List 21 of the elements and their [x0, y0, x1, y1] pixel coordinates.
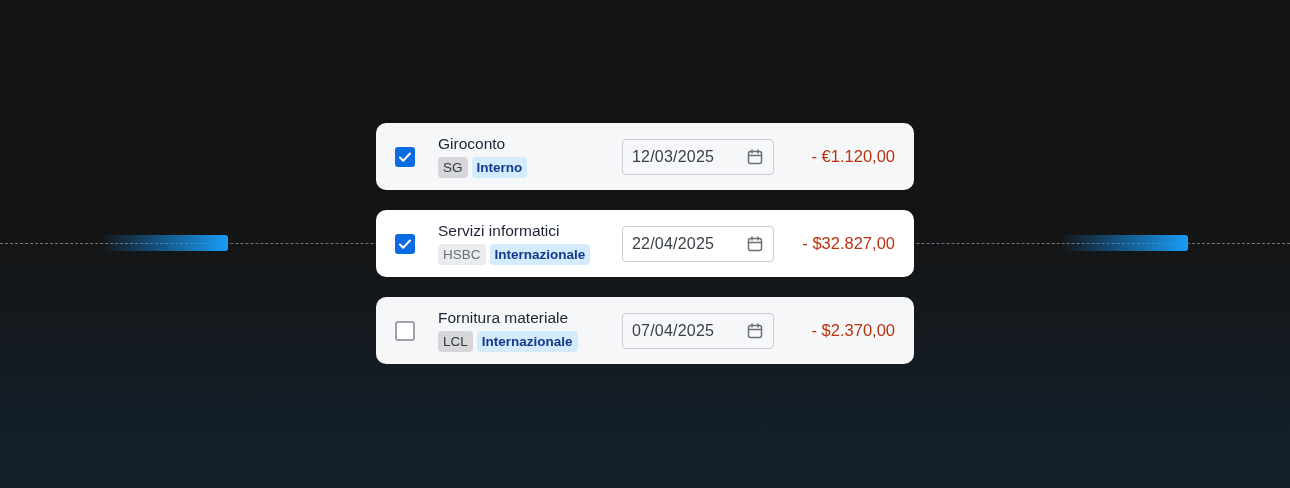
transaction-title: Servizi informatici	[438, 222, 561, 240]
bank-tag: SG	[438, 157, 468, 178]
checkbox[interactable]	[395, 146, 415, 167]
checkbox[interactable]	[395, 233, 415, 254]
amount: - $2.370,00	[810, 321, 895, 340]
bank-tag: LCL	[438, 331, 473, 352]
amount: - $32.827,00	[801, 234, 895, 253]
type-tag: Internazionale	[476, 331, 578, 352]
transaction-title: Giroconto	[438, 135, 507, 153]
calendar-icon	[746, 234, 764, 253]
date-field[interactable]: 07/04/2025	[622, 312, 774, 349]
bank-tag: HSBC	[438, 244, 486, 265]
amount: - €1.120,00	[810, 147, 895, 166]
date-field[interactable]: 22/04/2025	[622, 225, 774, 262]
type-tag: Internazionale	[489, 244, 591, 265]
type-tag: Interno	[471, 157, 528, 178]
calendar-icon	[746, 321, 764, 340]
date-field[interactable]: 12/03/2025	[622, 138, 774, 175]
checkbox[interactable]	[395, 320, 415, 341]
transaction-title: Fornitura materiale	[438, 309, 570, 327]
calendar-icon	[746, 147, 764, 166]
